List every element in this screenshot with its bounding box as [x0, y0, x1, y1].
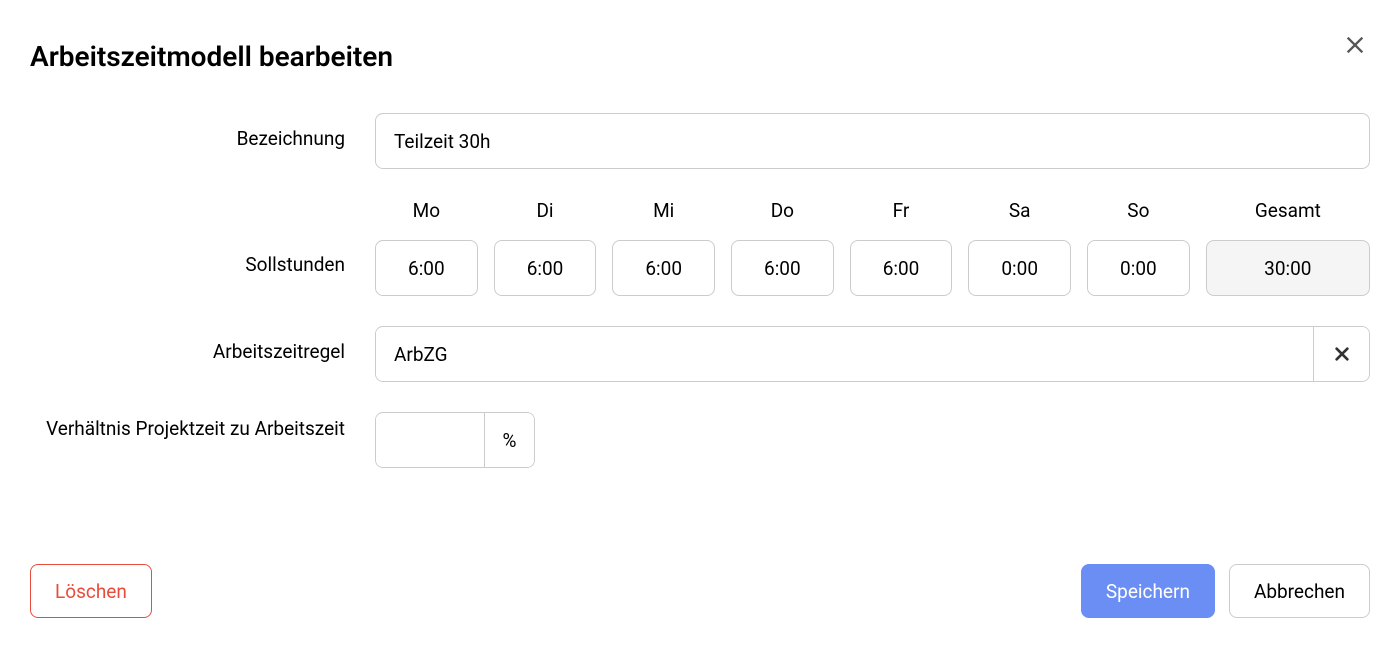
clear-worktime-rule-button[interactable] [1313, 327, 1369, 381]
ratio-input[interactable] [376, 413, 484, 467]
row-target-hours: Sollstunden Mo Di Mi Do [30, 199, 1370, 296]
hours-input-mo[interactable] [375, 240, 478, 296]
hours-input-fr[interactable] [850, 240, 953, 296]
day-col-mo: Mo [375, 199, 478, 296]
dialog-title: Arbeitszeitmodell bearbeiten [30, 40, 1370, 73]
label-name: Bezeichnung [30, 113, 375, 150]
day-header: Di [536, 199, 553, 222]
edit-worktime-model-dialog: Arbeitszeitmodell bearbeiten Bezeichnung… [0, 0, 1400, 646]
day-col-so: So [1087, 199, 1190, 296]
hours-total [1206, 240, 1370, 296]
day-header: So [1127, 199, 1149, 222]
day-col-di: Di [494, 199, 597, 296]
day-col-fr: Fr [850, 199, 953, 296]
day-col-sa: Sa [968, 199, 1071, 296]
worktime-rule-select[interactable] [375, 326, 1370, 382]
day-col-do: Do [731, 199, 834, 296]
percent-suffix: % [484, 413, 534, 467]
day-header: Fr [893, 199, 910, 222]
save-button[interactable]: Speichern [1081, 564, 1215, 618]
close-icon [1344, 34, 1366, 56]
hours-input-di[interactable] [494, 240, 597, 296]
day-header-total: Gesamt [1255, 199, 1321, 222]
worktime-rule-input[interactable] [376, 327, 1313, 381]
delete-button[interactable]: Löschen [30, 564, 152, 618]
label-worktime-rule: Arbeitszeitregel [30, 326, 375, 363]
hours-input-do[interactable] [731, 240, 834, 296]
label-ratio: Verhältnis Projektzeit zu Arbeitszeit [30, 412, 375, 443]
row-ratio: Verhältnis Projektzeit zu Arbeitszeit % [30, 412, 1370, 468]
day-header: Sa [1009, 199, 1031, 222]
cancel-button[interactable]: Abbrechen [1229, 564, 1370, 618]
label-target-hours: Sollstunden [30, 199, 375, 276]
day-col-mi: Mi [612, 199, 715, 296]
day-header: Do [771, 199, 794, 222]
name-input[interactable] [375, 113, 1370, 169]
days-grid: Mo Di Mi Do Fr [375, 199, 1370, 296]
row-worktime-rule: Arbeitszeitregel [30, 326, 1370, 382]
day-header: Mo [413, 199, 440, 222]
day-header: Mi [653, 199, 674, 222]
row-name: Bezeichnung [30, 113, 1370, 169]
ratio-input-group: % [375, 412, 535, 468]
hours-input-mi[interactable] [612, 240, 715, 296]
day-col-total: Gesamt [1206, 199, 1370, 296]
hours-input-sa[interactable] [968, 240, 1071, 296]
clear-icon [1334, 346, 1350, 362]
dialog-footer: Löschen Speichern Abbrechen [30, 564, 1370, 618]
close-button[interactable] [1340, 30, 1370, 63]
hours-input-so[interactable] [1087, 240, 1190, 296]
